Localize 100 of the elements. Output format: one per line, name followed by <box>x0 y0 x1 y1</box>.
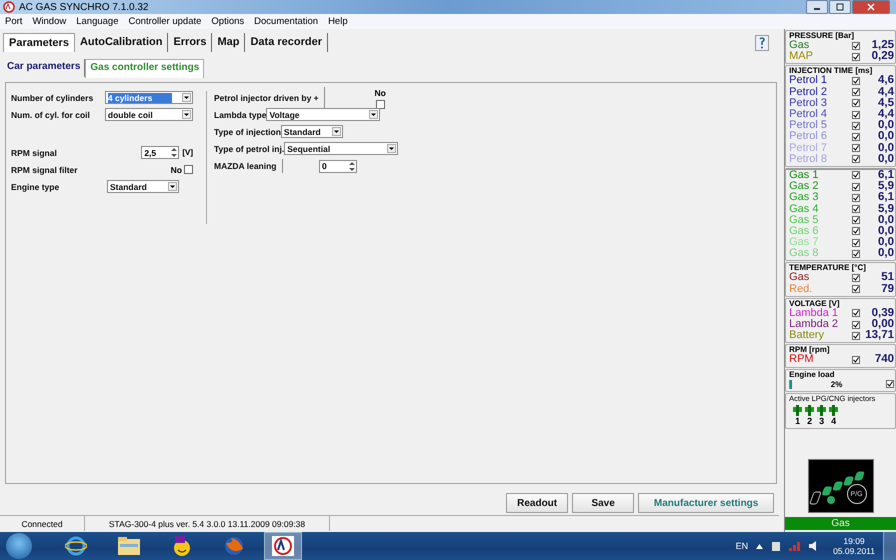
language-indicator[interactable]: EN <box>736 541 748 551</box>
checkbox[interactable] <box>852 88 860 96</box>
channel-label: Petrol 8 <box>789 154 828 165</box>
help-icon[interactable] <box>755 34 770 51</box>
channel-value: 0,0 <box>878 214 894 226</box>
sub-tab[interactable]: Gas controller settings <box>85 58 204 78</box>
smiley-icon[interactable] <box>171 535 193 557</box>
channel-value: 4,5 <box>878 98 894 109</box>
checkbox[interactable] <box>852 250 860 258</box>
close-icon <box>867 3 875 11</box>
window-title: AC GAS SYNCHRO 7.1.0.32 <box>19 2 148 12</box>
dropdown[interactable]: double coil <box>104 108 193 122</box>
caret-icon <box>182 93 191 102</box>
checkbox[interactable] <box>852 285 860 294</box>
checkbox[interactable] <box>852 309 860 318</box>
menu-item[interactable]: Options <box>211 16 244 27</box>
app-logo-icon <box>272 536 294 556</box>
folder-icon[interactable] <box>117 536 141 556</box>
channel-value: 1,25 <box>872 40 894 52</box>
field-label: Type of injection <box>214 126 281 137</box>
tab[interactable]: Map <box>212 33 246 52</box>
checkbox[interactable] <box>852 76 860 85</box>
maximize-button[interactable] <box>829 0 851 14</box>
channel-label: Gas 4 <box>789 204 820 215</box>
channel-value: 0,0 <box>878 226 894 237</box>
dropdown[interactable]: Standard <box>107 180 179 194</box>
spin-field[interactable]: 2,5 <box>141 146 180 160</box>
checkbox[interactable] <box>376 100 385 109</box>
channel-value: 6,1 <box>878 170 894 181</box>
checkbox[interactable] <box>852 171 860 180</box>
dropdown[interactable]: Voltage <box>266 108 380 122</box>
tab[interactable]: AutoCalibration <box>74 33 168 52</box>
checkbox[interactable] <box>852 42 860 50</box>
channel-label: Gas 8 <box>789 248 820 260</box>
checkbox[interactable] <box>852 356 860 364</box>
checkbox[interactable] <box>852 320 860 329</box>
tab[interactable]: Parameters <box>3 33 75 52</box>
channel-value: 5,9 <box>878 204 894 215</box>
checkbox[interactable] <box>852 227 860 236</box>
channel-value: 0,0 <box>878 120 894 132</box>
tray-up-arrow-icon[interactable] <box>756 544 764 548</box>
channel-label: Petrol 5 <box>789 120 828 132</box>
fox-globe-icon[interactable] <box>223 535 245 557</box>
menu-item[interactable]: Port <box>5 16 22 27</box>
spin-field[interactable]: 0 <box>319 160 357 173</box>
checkbox[interactable] <box>852 216 860 224</box>
menu-item[interactable]: Controller update <box>128 16 202 27</box>
checkbox[interactable] <box>852 194 860 202</box>
channel-value: 740 <box>874 354 894 366</box>
channel-value: 0,0 <box>878 237 894 248</box>
dropdown[interactable]: Standard <box>280 125 343 138</box>
field-label: Number of cylinders <box>11 92 94 103</box>
dropdown[interactable]: 4 cylinders <box>104 91 193 104</box>
checkbox[interactable] <box>852 132 860 141</box>
channel-value: 6,1 <box>878 192 894 204</box>
clock[interactable]: 19:09 05.09.2011 <box>833 536 875 556</box>
field-label: MAZDA leaning <box>214 160 276 171</box>
close-button[interactable] <box>852 0 890 14</box>
globe-e-icon[interactable] <box>65 535 87 557</box>
injector-number: 3 <box>819 416 824 426</box>
channel-label: Petrol 4 <box>789 109 828 120</box>
tab[interactable]: Data recorder <box>245 33 328 52</box>
menu-item[interactable]: Language <box>76 16 119 27</box>
menu-item[interactable]: Documentation <box>254 16 318 27</box>
tray-device-icon[interactable] <box>771 540 782 552</box>
tab[interactable]: Errors <box>168 33 212 52</box>
checkbox-label: No <box>170 164 182 175</box>
action-button[interactable]: Manufacturer settings <box>638 493 774 514</box>
dropdown[interactable]: Sequential <box>284 142 398 156</box>
channel-label: RPM <box>789 354 814 366</box>
checkbox[interactable] <box>852 205 860 214</box>
checkbox[interactable] <box>852 99 860 108</box>
menu-item[interactable]: Window <box>32 16 66 27</box>
taskbar-app-button[interactable] <box>264 532 302 560</box>
checkbox[interactable] <box>852 274 860 282</box>
checkbox[interactable] <box>852 238 860 247</box>
field-label: Type of petrol inj. <box>214 144 284 154</box>
channel-value: 0,0 <box>878 248 894 260</box>
channel-label: Petrol 3 <box>789 98 828 109</box>
channel-label: Petrol 6 <box>789 131 828 142</box>
action-button[interactable]: Readout <box>506 493 568 514</box>
checkbox[interactable] <box>852 122 860 130</box>
start-button[interactable] <box>6 533 32 559</box>
checkbox[interactable] <box>852 182 860 191</box>
channel-label: Gas 5 <box>789 214 820 226</box>
menu-item[interactable]: Help <box>328 16 348 27</box>
checkbox[interactable] <box>852 144 860 152</box>
checkbox[interactable] <box>852 52 860 61</box>
checkbox[interactable] <box>852 110 860 119</box>
checkbox[interactable] <box>184 165 193 174</box>
field-label: Engine type <box>11 182 60 192</box>
checkbox[interactable] <box>852 332 860 340</box>
checkbox[interactable] <box>886 380 894 388</box>
field-label: RPM signal <box>11 148 58 158</box>
checkbox[interactable] <box>852 155 860 164</box>
field-label: Petrol injector driven by + <box>214 92 319 103</box>
action-button[interactable]: Save <box>572 493 634 514</box>
channel-value: 51 <box>881 272 894 284</box>
minimize-button[interactable] <box>806 0 828 14</box>
section-title: VOLTAGE [V] <box>789 298 840 308</box>
